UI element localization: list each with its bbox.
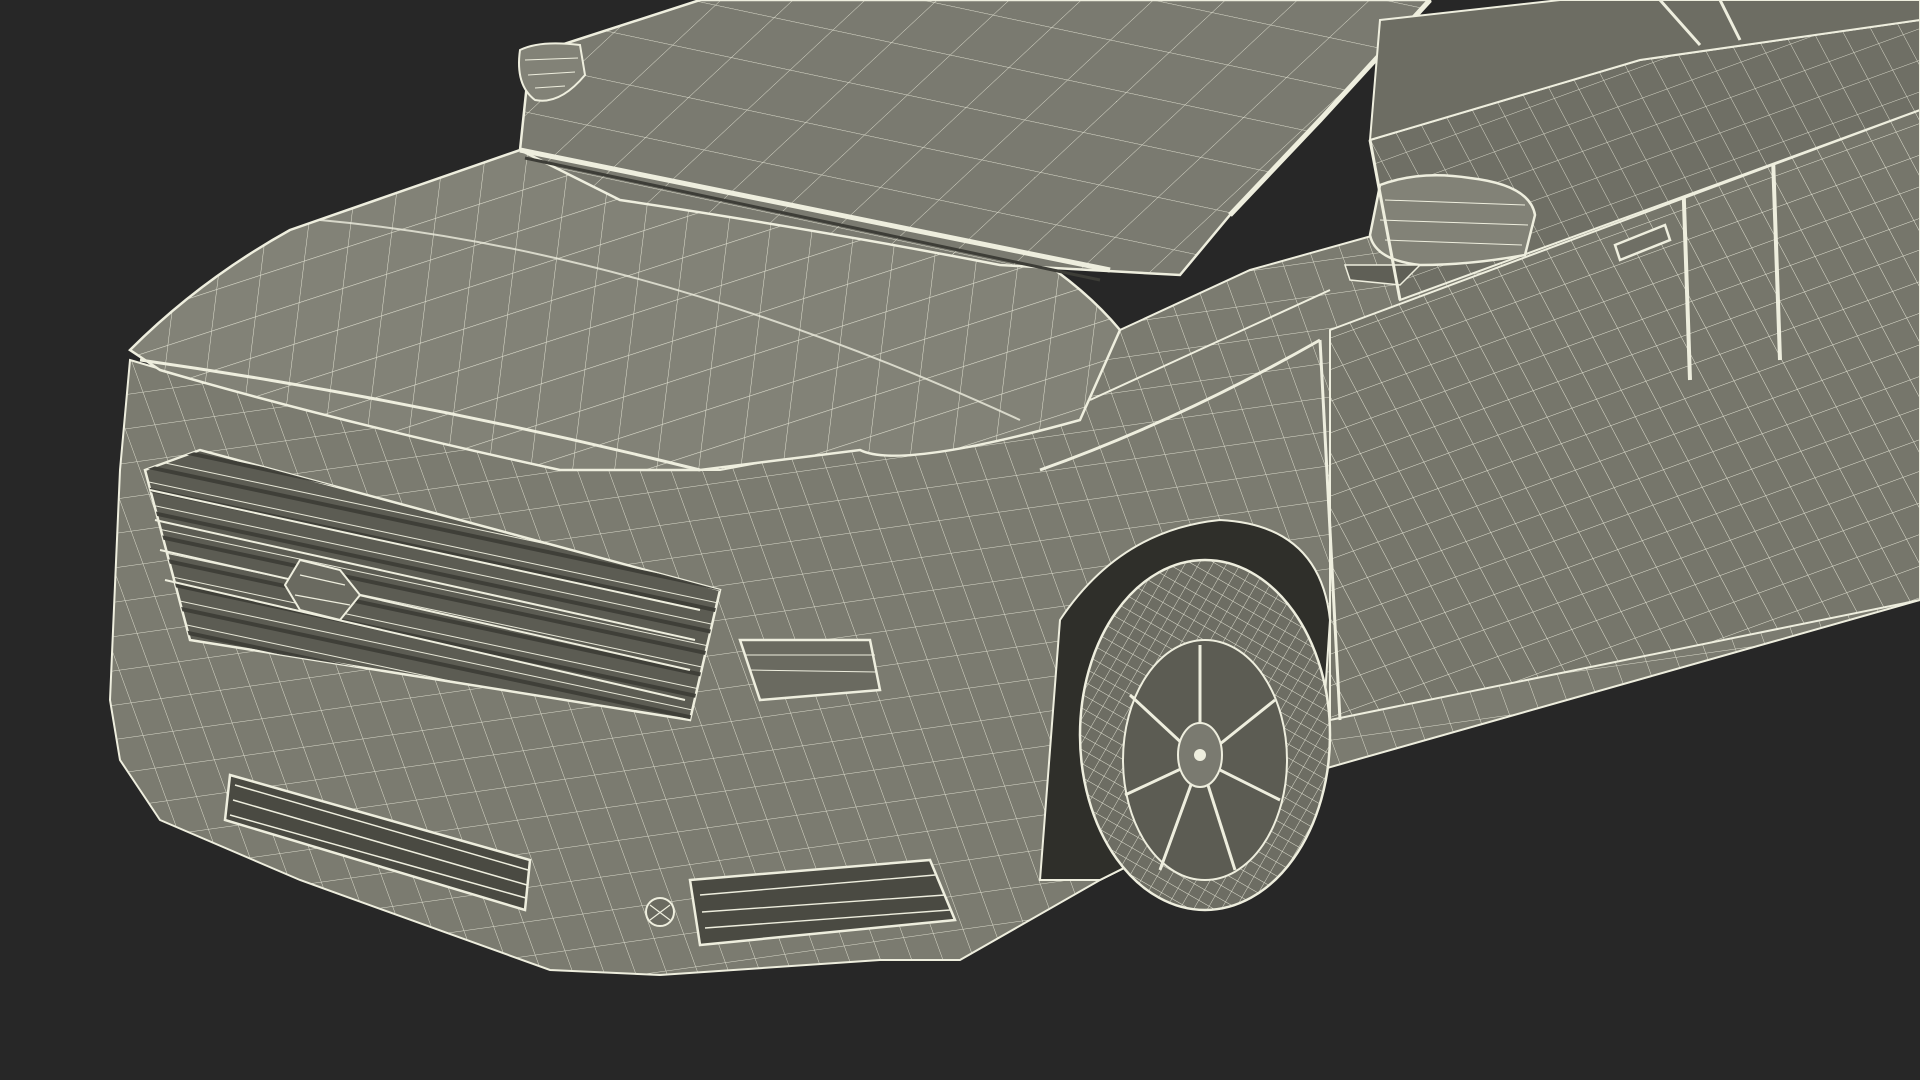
headlight (738, 638, 882, 702)
bumper-badge (645, 897, 675, 927)
car-wireframe-render (108, 0, 1920, 977)
render-viewport (0, 0, 1920, 1080)
